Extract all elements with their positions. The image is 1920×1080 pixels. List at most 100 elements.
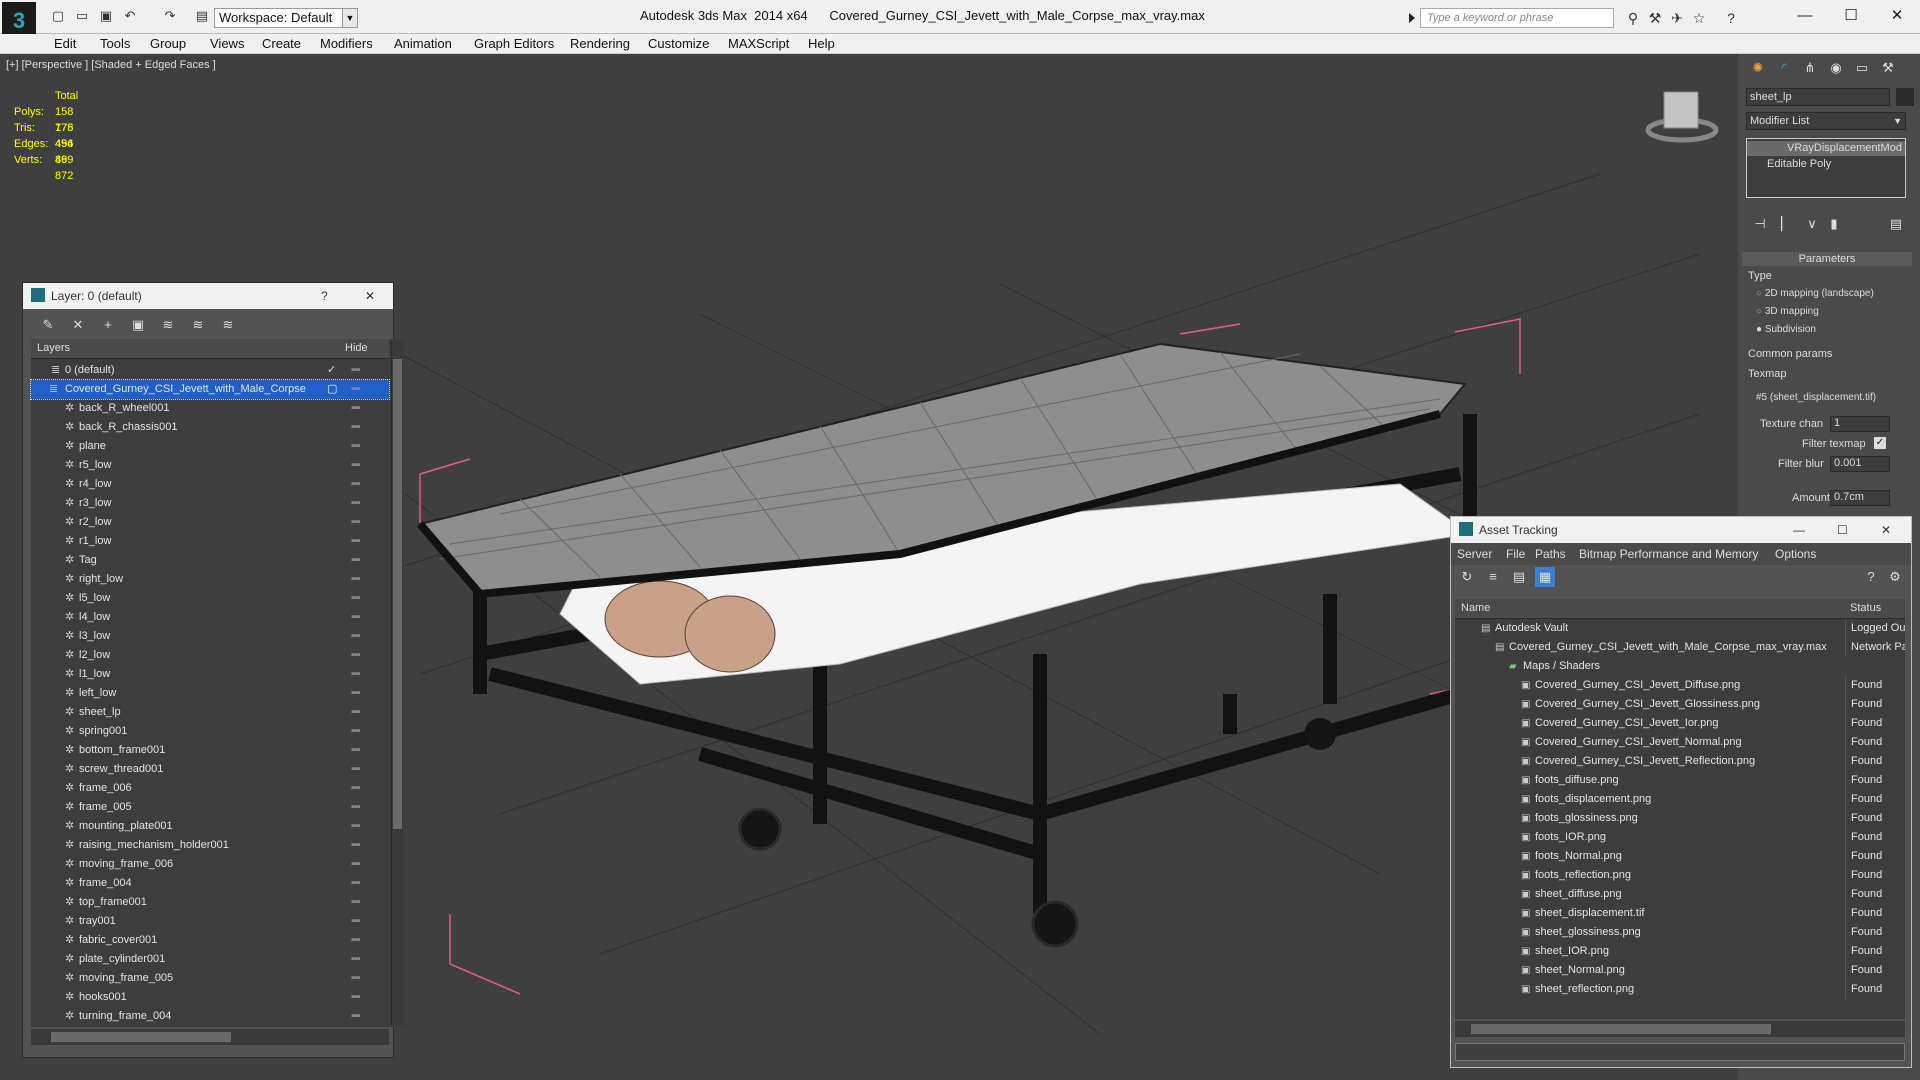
asset-row[interactable]: ▣ Covered_Gurney_CSI_Jevett_Diffuse.png Fo… — [1455, 676, 1905, 695]
hide-toggle[interactable]: ▪▪▪ — [351, 570, 361, 589]
new-file-icon[interactable]: ▢ — [50, 8, 66, 24]
asset-row[interactable]: ▣ sheet_glossiness.png Found — [1455, 923, 1905, 942]
menu-animation[interactable]: Animation — [394, 36, 452, 51]
list-view-icon[interactable]: ≡ — [1483, 567, 1503, 587]
display-tab-icon[interactable]: ▭ — [1850, 58, 1874, 82]
menu-server[interactable]: Server — [1457, 547, 1492, 561]
close-icon[interactable]: ✕ — [365, 283, 375, 309]
layer-row[interactable]: ✲ sheet_lp ▪▪▪ — [31, 703, 389, 722]
asset-row[interactable]: ▣ Covered_Gurney_CSI_Jevett_Normal.png Fou… — [1455, 733, 1905, 752]
layer-row[interactable]: ✲ spring001 ▪▪▪ — [31, 722, 389, 741]
layer-list[interactable]: Layers Hide ≣ 0 (default) ▪▪▪ ✓ ≣ Covered_Gur… — [30, 339, 405, 1041]
hide-all-icon[interactable]: ≋ — [187, 315, 209, 335]
filter-texmap-checkbox[interactable]: ✓ — [1874, 437, 1886, 449]
make-unique-icon[interactable]: ∨ — [1802, 214, 1822, 234]
hide-toggle[interactable]: ▪▪▪ — [351, 380, 361, 399]
modifier-stack[interactable]: VRayDisplacementMod Editable Poly — [1746, 138, 1906, 198]
parameters-rollout[interactable]: Parameters — [1742, 252, 1912, 266]
layer-row[interactable]: ✲ moving_frame_005 ▪▪▪ — [31, 969, 389, 988]
help-icon[interactable]: ? — [1861, 567, 1881, 587]
radio-subdivision[interactable]: ● Subdivision — [1756, 324, 1816, 335]
refresh-icon[interactable]: ↻ — [1457, 567, 1477, 587]
help-button[interactable]: ? — [321, 283, 328, 309]
menu-modifiers[interactable]: Modifiers — [320, 36, 373, 51]
hide-toggle[interactable]: ▪▪▪ — [351, 874, 361, 893]
radio-3d-mapping[interactable]: ○ 3D mapping — [1756, 306, 1819, 317]
layer-row[interactable]: ✲ screw_thread001 ▪▪▪ — [31, 760, 389, 779]
menu-file[interactable]: File — [1506, 547, 1525, 561]
layer-row[interactable]: ✲ back_R_wheel001 ▪▪▪ — [31, 399, 389, 418]
highlight-layer-icon[interactable]: ≋ — [157, 315, 179, 335]
asset-row[interactable]: ▰ Maps / Shaders — [1455, 657, 1905, 676]
layer-row[interactable]: ✲ frame_004 ▪▪▪ — [31, 874, 389, 893]
layer-row[interactable]: ✲ r3_low ▪▪▪ — [31, 494, 389, 513]
layer-row[interactable]: ≣ Covered_Gurney_CSI_Jevett_with_Male_Cor… — [30, 379, 390, 400]
menu-maxscript[interactable]: MAXScript — [728, 36, 789, 51]
binoculars-icon[interactable]: ⚲ — [1624, 9, 1642, 27]
stack-item[interactable]: Editable Poly — [1747, 157, 1905, 172]
hide-toggle[interactable]: ▪▪▪ — [351, 399, 361, 418]
layer-row[interactable]: ✲ l4_low ▪▪▪ — [31, 608, 389, 627]
add-to-current-icon[interactable]: ▢ — [327, 380, 337, 399]
menu-tools[interactable]: Tools — [100, 36, 130, 51]
scrollbar-thumb[interactable] — [1471, 1024, 1771, 1034]
asset-row[interactable]: ▣ foots_displacement.png Found — [1455, 790, 1905, 809]
select-objects-icon[interactable]: ▣ — [127, 315, 149, 335]
add-to-layer-icon[interactable]: + — [97, 315, 119, 335]
layer-row[interactable]: ✲ l2_low ▪▪▪ — [31, 646, 389, 665]
hide-toggle[interactable]: ▪▪▪ — [351, 456, 361, 475]
hide-toggle[interactable]: ▪▪▪ — [351, 608, 361, 627]
amount-spinner[interactable]: 0.7cm — [1830, 490, 1890, 506]
layer-row[interactable]: ✲ raising_mechanism_holder001 ▪▪▪ — [31, 836, 389, 855]
maximize-button[interactable]: ☐ — [1837, 517, 1848, 543]
layer-row[interactable]: ✲ tray001 ▪▪▪ — [31, 912, 389, 931]
layer-row[interactable]: ✲ Tag ▪▪▪ — [31, 551, 389, 570]
asset-row[interactable]: ▤ Autodesk Vault Logged Out — [1455, 619, 1905, 638]
delete-layer-icon[interactable]: ✕ — [67, 315, 89, 335]
menu-edit[interactable]: Edit — [54, 36, 76, 51]
freeze-all-icon[interactable]: ≋ — [217, 315, 239, 335]
asset-row[interactable]: ▤ Covered_Gurney_CSI_Jevett_with_Male_Cor… — [1455, 638, 1905, 657]
project-folder-icon[interactable]: ▤ — [194, 8, 210, 24]
asset-row[interactable]: ▣ foots_diffuse.png Found — [1455, 771, 1905, 790]
radio-2d-mapping[interactable]: ○ 2D mapping (landscape) — [1756, 288, 1874, 299]
layer-row[interactable]: ✲ mounting_plate001 ▪▪▪ — [31, 817, 389, 836]
layer-row[interactable]: ✲ frame_005 ▪▪▪ — [31, 798, 389, 817]
help-icon[interactable]: ? — [1722, 9, 1740, 27]
menu-graph-editors[interactable]: Graph Editors — [474, 36, 554, 51]
layer-row[interactable]: ✲ r5_low ▪▪▪ — [31, 456, 389, 475]
asset-row[interactable]: ▣ sheet_reflection.png Found — [1455, 980, 1905, 999]
menu-create[interactable]: Create — [262, 36, 301, 51]
hide-toggle[interactable]: ▪▪▪ — [351, 627, 361, 646]
menu-paths[interactable]: Paths — [1535, 547, 1566, 561]
hide-toggle[interactable]: ▪▪▪ — [351, 437, 361, 456]
subscription-icon[interactable]: ⚒ — [1646, 9, 1664, 27]
modify-tab-icon[interactable]: ◜ — [1772, 58, 1796, 82]
asset-row[interactable]: ▣ foots_Normal.png Found — [1455, 847, 1905, 866]
scrollbar-thumb[interactable] — [51, 1032, 231, 1042]
texmap-button[interactable]: #5 (sheet_displacement.tif) — [1756, 392, 1876, 403]
layer-row[interactable]: ✲ l3_low ▪▪▪ — [31, 627, 389, 646]
hide-toggle[interactable]: ▪▪▪ — [351, 855, 361, 874]
layer-row[interactable]: ✲ l5_low ▪▪▪ — [31, 589, 389, 608]
configure-sets-icon[interactable]: ▤ — [1886, 214, 1906, 234]
open-folder-icon[interactable]: ▭ — [74, 8, 90, 24]
asset-row[interactable]: ▣ Covered_Gurney_CSI_Jevett_Ior.png Found — [1455, 714, 1905, 733]
horizontal-scrollbar[interactable] — [31, 1029, 389, 1045]
hide-toggle[interactable]: ▪▪▪ — [351, 741, 361, 760]
layer-row[interactable]: ✲ moving_frame_006 ▪▪▪ — [31, 855, 389, 874]
settings-icon[interactable]: ⚙ — [1885, 567, 1905, 587]
hierarchy-tab-icon[interactable]: ⋔ — [1798, 58, 1822, 82]
workspace-select[interactable]: Workspace: Default▼ — [214, 8, 356, 28]
asset-row[interactable]: ▣ Covered_Gurney_CSI_Jevett_Glossiness.pn… — [1455, 695, 1905, 714]
save-icon[interactable]: ▣ — [98, 8, 114, 24]
asset-path-field[interactable] — [1455, 1043, 1905, 1061]
layer-row[interactable]: ✲ plane ▪▪▪ — [31, 437, 389, 456]
hide-toggle[interactable]: ▪▪▪ — [351, 475, 361, 494]
hide-toggle[interactable]: ▪▪▪ — [351, 703, 361, 722]
viewcube-icon[interactable] — [1663, 91, 1699, 129]
motion-tab-icon[interactable]: ◉ — [1824, 58, 1848, 82]
hide-toggle[interactable]: ▪▪▪ — [351, 893, 361, 912]
hide-toggle[interactable]: ▪▪▪ — [351, 722, 361, 741]
menu-views[interactable]: Views — [210, 36, 244, 51]
